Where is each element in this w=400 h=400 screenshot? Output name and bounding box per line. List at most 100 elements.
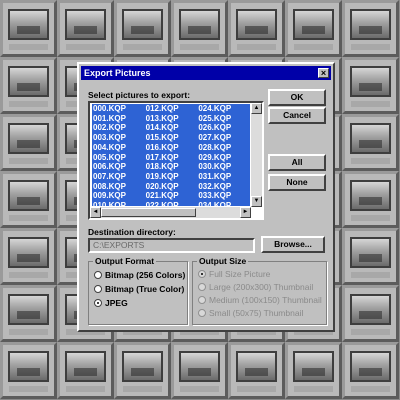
radio-selected-icon bbox=[94, 299, 102, 307]
thumbnail-image bbox=[179, 351, 220, 382]
thumbnail-image bbox=[122, 351, 163, 382]
thumbnail-caption bbox=[294, 44, 333, 50]
radio-small-thumbnail[interactable]: Small (50x75) Thumbnail bbox=[198, 308, 303, 319]
thumbnail-image bbox=[350, 351, 391, 382]
file-list-item[interactable]: 024.KQP bbox=[197, 104, 250, 114]
horizontal-scrollbar[interactable]: ◄ ► bbox=[90, 207, 251, 218]
file-list-item[interactable]: 028.KQP bbox=[197, 143, 250, 153]
thumbnail-tile bbox=[342, 171, 399, 228]
output-format-group: Output Format Bitmap (256 Colors) Bitmap… bbox=[88, 256, 188, 325]
thumbnail-image bbox=[8, 237, 49, 268]
file-list-item[interactable]: 014.KQP bbox=[145, 123, 198, 133]
file-list-item[interactable]: 033.KQP bbox=[197, 191, 250, 201]
export-pictures-dialog: Export Pictures × Select pictures to exp… bbox=[77, 62, 335, 332]
thumbnail-tile bbox=[114, 342, 171, 399]
destination-directory-field[interactable]: C:\EXPORTS bbox=[88, 238, 255, 253]
file-list-item[interactable]: 008.KQP bbox=[92, 182, 145, 192]
dialog-titlebar: Export Pictures × bbox=[81, 66, 331, 80]
file-list-item[interactable]: 025.KQP bbox=[197, 114, 250, 124]
scroll-up-icon[interactable]: ▲ bbox=[251, 103, 262, 114]
thumbnail-caption bbox=[351, 329, 390, 335]
thumbnail-caption bbox=[237, 386, 276, 392]
thumbnail-tile bbox=[228, 0, 285, 57]
file-list-item[interactable]: 012.KQP bbox=[145, 104, 198, 114]
output-size-title: Output Size bbox=[197, 256, 249, 266]
thumbnail-image bbox=[293, 9, 334, 40]
radio-jpeg[interactable]: JPEG bbox=[94, 298, 128, 309]
radio-large-thumbnail[interactable]: Large (200x300) Thumbnail bbox=[198, 282, 313, 293]
thumbnail-tile bbox=[0, 57, 57, 114]
file-list-item[interactable]: 021.KQP bbox=[145, 191, 198, 201]
radio-medium-thumbnail[interactable]: Medium (100x150) Thumbnail bbox=[198, 295, 322, 306]
thumbnail-image bbox=[65, 9, 106, 40]
file-list-item[interactable]: 006.KQP bbox=[92, 162, 145, 172]
thumbnail-caption bbox=[9, 386, 48, 392]
thumbnail-tile bbox=[0, 114, 57, 171]
file-list-item[interactable]: 015.KQP bbox=[145, 133, 198, 143]
scroll-down-icon[interactable]: ▼ bbox=[251, 196, 262, 207]
radio-unselected-icon bbox=[198, 296, 206, 304]
scroll-left-icon[interactable]: ◄ bbox=[90, 207, 101, 218]
thumbnail-image bbox=[8, 66, 49, 97]
thumbnail-image bbox=[350, 180, 391, 211]
thumbnail-image bbox=[8, 9, 49, 40]
file-list-item[interactable]: 001.KQP bbox=[92, 114, 145, 124]
select-none-button[interactable]: None bbox=[268, 174, 326, 191]
thumbnail-caption bbox=[9, 158, 48, 164]
vertical-scrollbar[interactable]: ▲ ▼ bbox=[251, 103, 262, 207]
ok-button[interactable]: OK bbox=[268, 89, 326, 106]
thumbnail-image bbox=[65, 351, 106, 382]
radio-bitmap-256[interactable]: Bitmap (256 Colors) bbox=[94, 270, 185, 281]
pictures-listbox[interactable]: 000.KQP 001.KQP 002.KQP 003.KQP 004.KQP 005.K… bbox=[88, 101, 264, 220]
file-list-item[interactable]: 032.KQP bbox=[197, 182, 250, 192]
thumbnail-caption bbox=[123, 386, 162, 392]
file-list-item[interactable]: 009.KQP bbox=[92, 191, 145, 201]
file-list-item[interactable]: 026.KQP bbox=[197, 123, 250, 133]
thumbnail-image bbox=[350, 66, 391, 97]
scroll-right-icon[interactable]: ► bbox=[240, 207, 251, 218]
cancel-button[interactable]: Cancel bbox=[268, 107, 326, 124]
thumbnail-image bbox=[122, 9, 163, 40]
file-list-item[interactable]: 000.KQP bbox=[92, 104, 145, 114]
thumbnail-tile bbox=[342, 342, 399, 399]
thumbnail-tile bbox=[57, 342, 114, 399]
radio-unselected-icon bbox=[198, 283, 206, 291]
radio-bitmap-true-color[interactable]: Bitmap (True Color) bbox=[94, 284, 184, 295]
thumbnail-caption bbox=[351, 101, 390, 107]
radio-full-size[interactable]: Full Size Picture bbox=[198, 269, 270, 280]
file-list-item[interactable]: 016.KQP bbox=[145, 143, 198, 153]
file-list-item[interactable]: 018.KQP bbox=[145, 162, 198, 172]
radio-unselected-icon bbox=[94, 271, 102, 279]
browse-button[interactable]: Browse... bbox=[261, 236, 325, 253]
thumbnail-image bbox=[8, 351, 49, 382]
horizontal-scroll-thumb[interactable] bbox=[101, 208, 196, 217]
file-list-item[interactable]: 004.KQP bbox=[92, 143, 145, 153]
thumbnail-tile bbox=[0, 285, 57, 342]
file-list-item[interactable]: 031.KQP bbox=[197, 172, 250, 182]
file-list-item[interactable]: 029.KQP bbox=[197, 153, 250, 163]
thumbnail-tile bbox=[285, 342, 342, 399]
file-list-item[interactable]: 020.KQP bbox=[145, 182, 198, 192]
file-list-item[interactable]: 027.KQP bbox=[197, 133, 250, 143]
file-list-item[interactable]: 019.KQP bbox=[145, 172, 198, 182]
thumbnail-image bbox=[350, 9, 391, 40]
radio-unselected-icon bbox=[198, 309, 206, 317]
thumbnail-caption bbox=[180, 386, 219, 392]
file-list-item[interactable]: 030.KQP bbox=[197, 162, 250, 172]
thumbnail-tile bbox=[228, 342, 285, 399]
thumbnail-caption bbox=[9, 44, 48, 50]
file-list-item[interactable]: 002.KQP bbox=[92, 123, 145, 133]
thumbnail-tile bbox=[171, 342, 228, 399]
radio-unselected-icon bbox=[94, 285, 102, 293]
file-list-item[interactable]: 013.KQP bbox=[145, 114, 198, 124]
thumbnail-caption bbox=[9, 329, 48, 335]
close-icon[interactable]: × bbox=[318, 68, 329, 78]
select-all-button[interactable]: All bbox=[268, 154, 326, 171]
file-list-item[interactable]: 003.KQP bbox=[92, 133, 145, 143]
radio-selected-icon bbox=[198, 270, 206, 278]
list-column: 024.KQP 025.KQP 026.KQP 027.KQP 028.KQP 029.K… bbox=[197, 104, 250, 218]
thumbnail-image bbox=[179, 9, 220, 40]
file-list-item[interactable]: 007.KQP bbox=[92, 172, 145, 182]
file-list-item[interactable]: 005.KQP bbox=[92, 153, 145, 163]
file-list-item[interactable]: 017.KQP bbox=[145, 153, 198, 163]
